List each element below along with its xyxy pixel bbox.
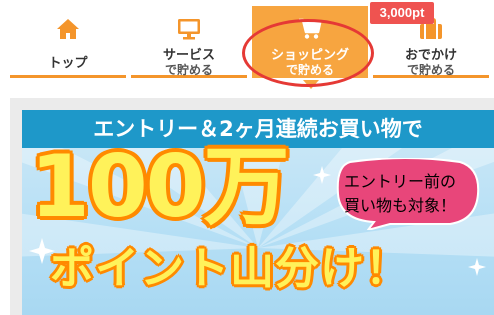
banner-amount: 100万 (30, 137, 290, 237)
tab-services-sublabel: で貯める (164, 63, 213, 77)
points-badge: 3,000pt (370, 2, 434, 24)
tab-services[interactable]: サービス で貯める (131, 6, 247, 78)
banner-subline: ポイント山分け！ (50, 243, 410, 294)
bubble-line-2: 買い物も対象！ (344, 196, 457, 215)
top-nav: トップ サービス で貯める ショッピング で貯める おでかけ で貯める 3,00… (0, 0, 494, 92)
tab-outing-sublabel: で貯める (406, 63, 455, 77)
monitor-icon (178, 19, 200, 40)
home-icon (57, 19, 79, 39)
tab-shopping[interactable]: ショッピング で貯める (252, 6, 368, 78)
bubble-text: エントリー前の 買い物も対象！ (344, 168, 484, 216)
active-tab-pointer (303, 80, 319, 89)
tab-top-label: トップ (48, 56, 88, 71)
bubble-line-1: エントリー前の (344, 172, 457, 191)
cart-icon (299, 18, 322, 39)
tab-top[interactable]: トップ (10, 6, 126, 78)
tab-shopping-sublabel: で貯める (285, 63, 334, 77)
